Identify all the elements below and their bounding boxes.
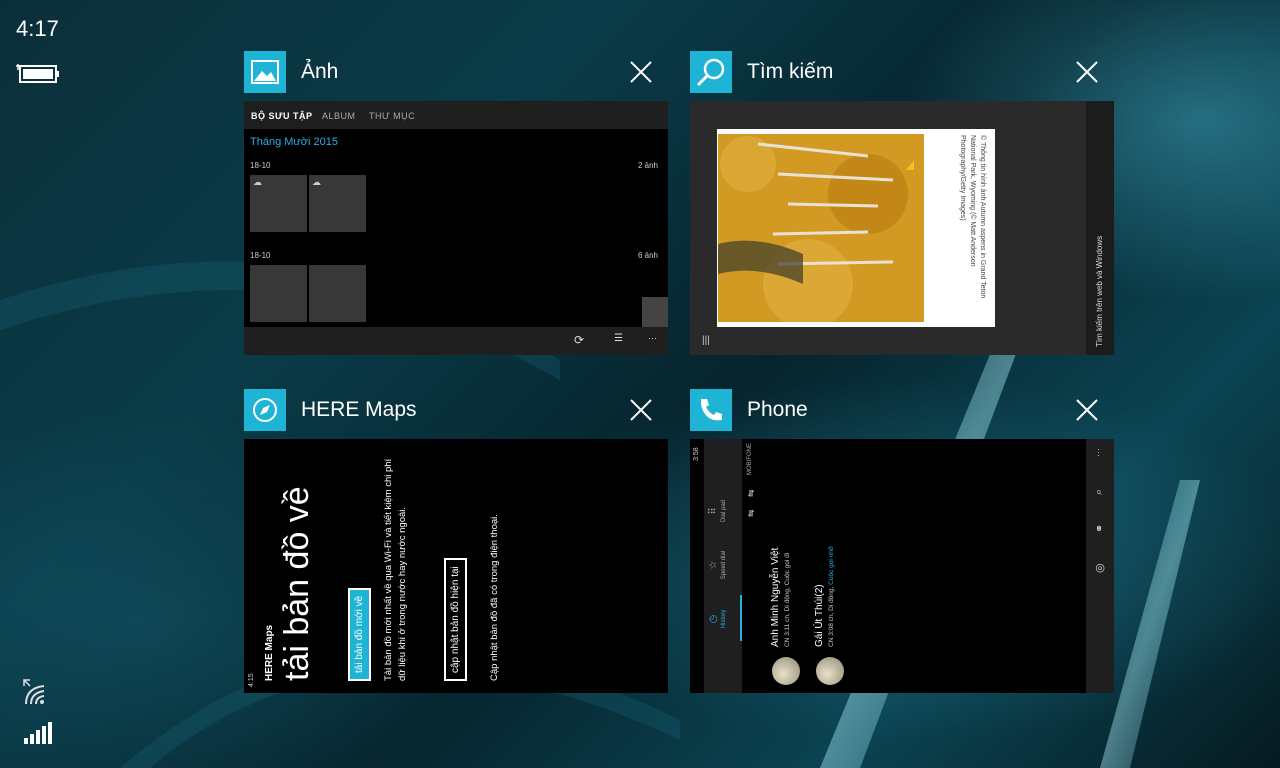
signal-strength-icon	[24, 722, 52, 744]
close-icon[interactable]	[1076, 61, 1098, 83]
download-maps-button: tải bản đồ mới về	[348, 587, 371, 681]
status-time: 3:58	[693, 447, 700, 461]
phone-background	[690, 439, 1114, 693]
close-icon[interactable]	[1076, 399, 1098, 421]
rotated-content: 4:15 HERE Maps tải bản đồ về tải bản đồ …	[244, 439, 668, 693]
task-card-header: Tìm kiếm	[690, 51, 1114, 93]
app-preview[interactable]: © Thông tin hình ảnh Autumn aspens in Gr…	[690, 101, 1114, 355]
app-preview[interactable]: 3:58 ◷ History ☆ Speed dial ⠿ Dial pad MOBI…	[690, 439, 1114, 693]
task-card-phone[interactable]: Phone 3:58 ◷ History ☆ Speed dial ⠿ Dial pa…	[690, 389, 1114, 693]
people-icon: ⚭	[1094, 523, 1106, 533]
group-count: 2 ảnh	[637, 161, 658, 170]
tab-dial-pad: ⠿ Dial pad	[708, 491, 727, 531]
app-name: Phone	[747, 398, 808, 421]
history-icon: ◷	[708, 614, 719, 624]
photo-caption-text: © Thông tin hình ảnh Autumn aspens in Gr…	[959, 135, 986, 299]
sim-filter-icon: ⇋	[746, 489, 756, 497]
here-maps-screen: 4:15 HERE Maps tải bản đồ về tải bản đồ …	[244, 439, 668, 693]
autumn-aspens-photo	[718, 134, 924, 322]
photo-caption: © Thông tin hình ảnh Autumn aspens in Gr…	[929, 135, 989, 321]
photo-tile: ☁	[250, 175, 307, 232]
app-preview[interactable]: 4:15 HERE Maps tải bản đồ về tải bản đồ …	[244, 439, 668, 693]
dialpad-icon: ⠿	[708, 507, 719, 515]
description: Tải bản đồ mới nhất về qua Wi-Fi và tiết…	[383, 458, 408, 681]
cloud-icon: ☁	[253, 177, 262, 187]
phone-app-icon	[690, 389, 732, 431]
voicemail-icon: ◎	[1094, 563, 1106, 573]
task-card-header: Phone	[690, 389, 1114, 431]
search-box-bar: Tìm kiếm trên web và Windows	[1086, 101, 1114, 355]
tab-history: ◷ History	[708, 599, 727, 639]
search-box-placeholder: Tìm kiếm trên web và Windows	[1095, 235, 1104, 347]
here-maps-app-icon	[244, 389, 286, 431]
select-icon: ☰	[614, 333, 623, 344]
sync-icon: ⟳	[574, 333, 585, 347]
close-icon[interactable]	[630, 399, 652, 421]
phone-status-bar: 3:58	[690, 439, 704, 693]
app-name: Tìm kiếm	[747, 60, 834, 83]
clock: 4:17	[16, 16, 59, 41]
group-date: 18-10	[250, 161, 271, 170]
call-history-row: Anh Minh Nguyễn Việt CN 3:11 ch, Di động…	[766, 449, 806, 689]
update-maps-button: cập nhật bản đồ hiện tại	[444, 558, 467, 681]
carrier-name: MOBIFONE	[747, 442, 753, 475]
menu-icon: |||	[702, 335, 710, 346]
app-name: HERE Maps	[301, 398, 417, 421]
photo-tile	[250, 265, 307, 322]
phone-app-bar: ◎ ⚭ ⌕ ···	[1086, 439, 1114, 693]
image-of-the-day-card: © Thông tin hình ảnh Autumn aspens in Gr…	[717, 129, 995, 327]
app-preview[interactable]: BỘ SƯU TẬP ALBUM THƯ MỤC Tháng Mười 2015…	[244, 101, 668, 355]
month-heading: Tháng Mười 2015	[250, 136, 338, 148]
more-icon: ···	[1093, 448, 1103, 457]
more-icon: ···	[648, 333, 657, 343]
call-history-row: Gái Út Thúi(2) CN 3:08 ch, Di động, Cuộc…	[810, 449, 850, 689]
tab-folders: THƯ MỤC	[369, 111, 416, 121]
photos-app-icon	[244, 51, 286, 93]
rotated-content: 3:58 ◷ History ☆ Speed dial ⠿ Dial pad MOBI…	[690, 439, 1114, 693]
contact-name: Gái Út Thúi(2)	[814, 584, 825, 647]
avatar	[816, 657, 844, 685]
task-card-photos[interactable]: Ảnh BỘ SƯU TẬP ALBUM THƯ MỤC Tháng Mười …	[244, 51, 668, 355]
photos-app-bar: ⟳ ☰ ···	[244, 327, 668, 355]
page-title: tải bản đồ về	[278, 486, 316, 681]
contact-name: Anh Minh Nguyễn Việt	[770, 547, 781, 647]
star-icon: ☆	[708, 560, 719, 570]
active-tab-indicator	[740, 595, 742, 641]
phone-pivot: ◷ History ☆ Speed dial ⠿ Dial pad	[704, 439, 742, 693]
task-card-header: HERE Maps	[244, 389, 668, 431]
task-card-here-maps[interactable]: HERE Maps 4:15 HERE Maps tải bản đồ về t…	[244, 389, 668, 693]
photos-tabs: BỘ SƯU TẬP ALBUM THƯ MỤC	[244, 101, 668, 129]
app-name: Ảnh	[301, 60, 339, 83]
inner-app-name: HERE Maps	[264, 624, 275, 681]
avatar	[772, 657, 800, 685]
photo-tile: ☁	[309, 175, 366, 232]
call-detail: CN 3:08 ch, Di động, Cuộc gọi nhỡ	[828, 545, 835, 647]
tab-album: ALBUM	[322, 111, 356, 121]
status-time: 4:15	[248, 673, 255, 687]
search-icon: ⌕	[1093, 488, 1105, 495]
search-app-icon	[690, 51, 732, 93]
task-card-header: Ảnh	[244, 51, 668, 93]
wifi-icon	[23, 679, 45, 705]
group-count: 6 ảnh	[637, 251, 658, 260]
battery-charging-icon	[16, 64, 59, 83]
close-icon[interactable]	[630, 61, 652, 83]
sim-filter-icon: ⇋	[746, 509, 756, 517]
update-note: Cập nhật bản đồ đã có trong điện thoại.	[489, 514, 500, 681]
task-card-search[interactable]: Tìm kiếm © Thông tin hình ảnh Autumn asp…	[690, 51, 1114, 355]
photo-tile	[309, 265, 366, 322]
call-detail: CN 3:11 ch, Di động, Cuộc gọi đi	[784, 552, 791, 647]
scroll-thumb	[642, 297, 668, 327]
phone-screen: 3:58 ◷ History ☆ Speed dial ⠿ Dial pad MOBI…	[690, 439, 1114, 693]
group-date: 18-10	[250, 251, 271, 260]
tab-speed-dial: ☆ Speed dial	[708, 545, 727, 585]
tab-collection: BỘ SƯU TẬP	[251, 111, 313, 121]
cloud-icon: ☁	[312, 177, 321, 187]
